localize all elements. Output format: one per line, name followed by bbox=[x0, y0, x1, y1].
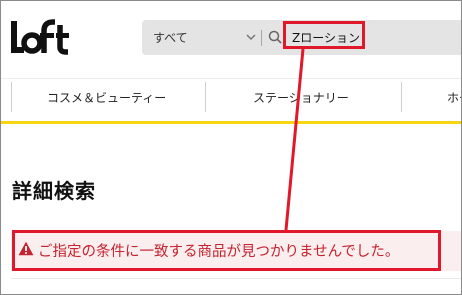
nav-divider bbox=[401, 82, 402, 112]
alert-highlight-box bbox=[12, 230, 441, 271]
nav-item-home[interactable]: ホーム bbox=[447, 89, 461, 106]
nav-accent-bar bbox=[1, 121, 461, 124]
category-nav: コスメ＆ビューティー ステーショナリー ホーム bbox=[1, 79, 461, 121]
nav-item-cosme-beauty[interactable]: コスメ＆ビューティー bbox=[47, 89, 166, 106]
search-divider bbox=[261, 30, 262, 46]
search-icon[interactable] bbox=[268, 30, 282, 44]
chevron-down-icon bbox=[246, 34, 256, 41]
category-select[interactable]: すべて bbox=[142, 20, 260, 55]
nav-divider bbox=[11, 82, 12, 112]
page-title: 詳細検索 bbox=[12, 179, 96, 203]
nav-divider bbox=[205, 82, 206, 112]
search-highlight-box bbox=[283, 21, 365, 49]
loft-logo[interactable] bbox=[11, 19, 69, 55]
nav-item-home-clip: ホーム bbox=[403, 79, 461, 119]
content-divider bbox=[11, 278, 461, 279]
nav-item-stationery[interactable]: ステーショナリー bbox=[253, 89, 349, 106]
screenshot-frame: すべて Zローション コスメ＆ビューティー ステーショナリー ホーム 詳細検索 bbox=[0, 0, 462, 295]
category-select-value: すべて bbox=[153, 31, 188, 45]
